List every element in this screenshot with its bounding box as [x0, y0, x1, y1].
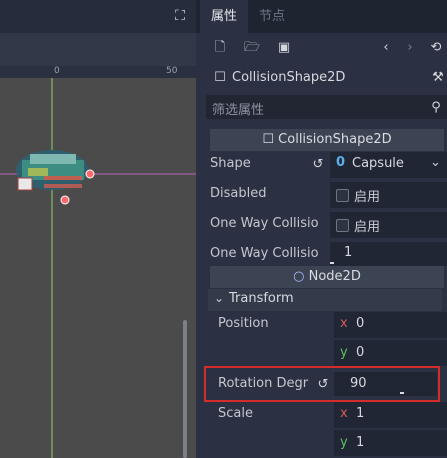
capsule-icon: 0: [336, 155, 346, 170]
one-way-margin-row: One Way Collisio 1: [206, 240, 447, 268]
scale-y-value: 1: [356, 435, 365, 450]
y-axis-label: y: [340, 435, 348, 450]
collision-section-header[interactable]: ☐ CollisionShape2D: [210, 129, 444, 151]
scale-row: Scale x 1 y 1: [206, 402, 447, 458]
tab-node[interactable]: 节点: [250, 0, 294, 33]
one-way-row: One Way Collisio 启用: [206, 210, 447, 240]
horizontal-ruler: 0 50: [0, 66, 196, 78]
position-row: Position x 0 y 0: [206, 312, 447, 368]
scale-x-input[interactable]: x 1: [334, 402, 447, 428]
position-y-input[interactable]: y 0: [334, 340, 447, 366]
ruler-label-50: 50: [166, 66, 178, 76]
scale-y-input[interactable]: y 1: [334, 430, 447, 456]
viewport-header: ⛶: [0, 0, 196, 33]
position-y-value: 0: [356, 345, 365, 360]
transform-group-title: Transform: [229, 291, 294, 306]
y-axis-label: y: [340, 345, 348, 360]
save-icon[interactable]: ▣: [276, 40, 292, 56]
shape-label: Shape: [210, 156, 251, 171]
object-row[interactable]: ☐ CollisionShape2D ⚒: [196, 64, 447, 92]
transform-group-header[interactable]: ⌄ Transform: [208, 289, 442, 311]
slider-grabber[interactable]: [330, 262, 334, 264]
object-name: CollisionShape2D: [232, 70, 346, 85]
scale-x-value: 1: [356, 406, 365, 421]
history-forward-icon[interactable]: ›: [402, 40, 418, 56]
open-folder-icon[interactable]: 🗁: [244, 40, 260, 56]
new-resource-icon[interactable]: 🗋: [212, 40, 228, 56]
x-axis-label: x: [340, 406, 348, 421]
revert-icon[interactable]: ↺: [310, 157, 326, 173]
history-icon[interactable]: ⟲: [428, 40, 444, 56]
x-axis-label: x: [340, 316, 348, 331]
inspector-toolbar: 🗋 🗁 ▣ ‹ › ⟲: [196, 33, 447, 63]
shape-dropdown[interactable]: 0 Capsule ⌄: [330, 152, 447, 178]
collision-shape-icon: ☐: [214, 70, 226, 85]
one-way-label: One Way Collisio: [210, 216, 319, 231]
scale-label: Scale: [218, 406, 253, 421]
chevron-down-icon: ⌄: [214, 291, 225, 305]
disabled-row: Disabled 启用: [206, 180, 447, 210]
shape-value: Capsule: [352, 156, 404, 171]
viewport-scrollbar[interactable]: [183, 320, 187, 458]
filter-placeholder: 筛选属性: [212, 103, 265, 118]
history-back-icon[interactable]: ‹: [378, 40, 394, 56]
ruler-label-0: 0: [54, 66, 60, 76]
tab-inspector[interactable]: 属性: [200, 0, 248, 33]
one-way-margin-input[interactable]: 1: [330, 242, 447, 266]
one-way-margin-label: One Way Collisio: [210, 246, 319, 261]
one-way-checkbox[interactable]: [336, 219, 349, 232]
one-way-check-label: 启用: [354, 220, 381, 235]
sprite-icon: [16, 150, 88, 191]
tools-icon[interactable]: ⚒: [430, 70, 446, 86]
viewport-toolbar: [0, 33, 196, 66]
position-label: Position: [218, 316, 269, 331]
canvas-svg: [0, 78, 196, 458]
canvas-area[interactable]: [0, 78, 196, 458]
shape-handle-right: [85, 169, 95, 179]
position-x-value: 0: [356, 316, 365, 331]
disabled-check-label: 启用: [354, 190, 381, 205]
shape-handle-bottom: [60, 195, 70, 205]
node2d-icon: ○: [293, 269, 309, 284]
chevron-down-icon: ⌄: [430, 155, 441, 170]
collision-section-icon: ☐: [262, 132, 279, 147]
highlight-box: [204, 366, 440, 402]
node2d-section-header[interactable]: ○ Node2D: [210, 266, 444, 288]
search-icon: ⚲: [431, 100, 441, 115]
collision-section-title: CollisionShape2D: [278, 132, 392, 147]
fullscreen-icon[interactable]: ⛶: [172, 8, 188, 24]
disabled-label: Disabled: [210, 186, 267, 201]
shape-row: Shape ↺ 0 Capsule ⌄: [206, 152, 447, 180]
one-way-margin-value: 1: [344, 245, 353, 260]
node2d-section-title: Node2D: [308, 269, 361, 284]
disabled-checkbox[interactable]: [336, 189, 349, 202]
position-x-input[interactable]: x 0: [334, 312, 447, 338]
